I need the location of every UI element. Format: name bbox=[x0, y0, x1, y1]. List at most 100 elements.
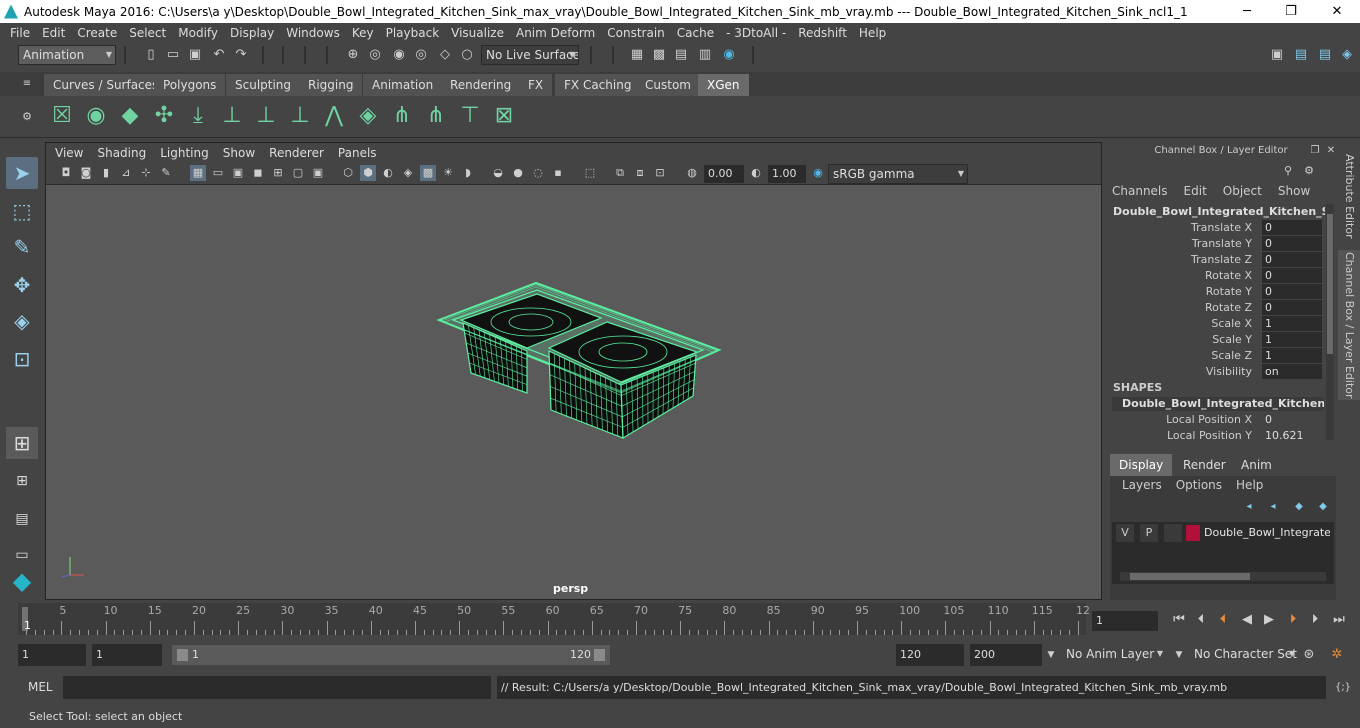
menu-anim-deform[interactable]: Anim Deform bbox=[510, 26, 601, 40]
step-back-frame-icon[interactable]: ⏴ bbox=[1192, 611, 1210, 629]
anim-layer-dropdown[interactable]: No Anim Layer bbox=[1062, 644, 1166, 666]
isolate-select-icon[interactable]: ⬚ bbox=[582, 165, 598, 181]
gate-mask-icon[interactable]: ◼ bbox=[250, 165, 266, 181]
use-all-lights-icon[interactable]: ☀ bbox=[440, 165, 456, 181]
menu-windows[interactable]: Windows bbox=[280, 26, 346, 40]
shelf-tab-xgen[interactable]: XGen bbox=[698, 74, 749, 96]
snap-grid-icon[interactable]: ⊕ bbox=[344, 46, 362, 64]
range-start-handle[interactable] bbox=[177, 649, 188, 661]
current-frame-field[interactable]: 1 bbox=[1092, 611, 1158, 631]
move-tool-icon[interactable]: ✥ bbox=[6, 269, 38, 301]
viewport-menu-show[interactable]: Show bbox=[216, 146, 262, 160]
camera-attributes-icon[interactable]: ◙ bbox=[78, 165, 94, 181]
view-transform-dropdown[interactable]: sRGB gamma bbox=[828, 164, 968, 184]
new-layer-icon[interactable]: ◆ bbox=[1290, 498, 1308, 516]
viewport-menu-view[interactable]: View bbox=[48, 146, 90, 160]
smooth-shade-icon[interactable]: ⬢ bbox=[360, 165, 376, 181]
shelf-tab-rendering[interactable]: Rendering bbox=[441, 74, 521, 96]
move-layer-up-icon[interactable]: ◂ bbox=[1240, 498, 1258, 516]
menu-modify[interactable]: Modify bbox=[172, 26, 224, 40]
xgen-guide-lock-icon[interactable]: ⊥ bbox=[286, 102, 314, 130]
minimize-button[interactable]: ─ bbox=[1224, 0, 1270, 23]
menu-constrain[interactable]: Constrain bbox=[601, 26, 671, 40]
channels-menu[interactable]: Channels bbox=[1112, 184, 1168, 200]
move-layer-down-icon[interactable]: ◂ bbox=[1264, 498, 1282, 516]
lasso-tool-icon[interactable]: ⬚ bbox=[6, 195, 38, 227]
attribute-row[interactable]: Scale Z1 bbox=[1104, 348, 1324, 364]
render-current-frame-icon[interactable]: ▩ bbox=[650, 46, 668, 64]
menu-key[interactable]: Key bbox=[346, 26, 380, 40]
play-backwards-icon[interactable]: ◀ bbox=[1238, 611, 1256, 629]
channel-box-scrollbar[interactable] bbox=[1326, 204, 1334, 440]
layer-tab-anim[interactable]: Anim bbox=[1232, 454, 1281, 476]
open-scene-icon[interactable]: ▭ bbox=[164, 46, 182, 64]
layer-help-menu[interactable]: Help bbox=[1236, 478, 1263, 492]
menu-cache[interactable]: Cache bbox=[671, 26, 720, 40]
attribute-row[interactable]: Local Position Y 10.621 bbox=[1104, 428, 1324, 444]
render-view-icon[interactable]: ▥ bbox=[696, 46, 714, 64]
mel-label[interactable]: MEL bbox=[28, 680, 53, 694]
auto-key-icon[interactable]: ⊛ bbox=[1300, 646, 1318, 664]
playback-start-field[interactable]: 1 bbox=[92, 644, 162, 666]
snap-surface-icon[interactable]: ◇ bbox=[436, 46, 454, 64]
live-surface-field[interactable]: No Live Surface bbox=[481, 45, 579, 65]
xgen-place-guides-icon[interactable]: ⤓ bbox=[184, 102, 212, 130]
menu-create[interactable]: Create bbox=[71, 26, 123, 40]
menu-file[interactable]: File bbox=[4, 26, 36, 40]
attribute-editor-tab[interactable]: Attribute Editor bbox=[1338, 150, 1360, 242]
menu-edit[interactable]: Edit bbox=[36, 26, 71, 40]
step-forward-frame-icon[interactable]: ⏵ bbox=[1306, 611, 1324, 629]
workspace-icon[interactable]: ▣ bbox=[1268, 46, 1286, 64]
attribute-row[interactable]: Translate Y0 bbox=[1104, 236, 1324, 252]
maximize-button[interactable]: ❐ bbox=[1268, 0, 1314, 23]
exposure-icon[interactable]: ◍ bbox=[684, 165, 700, 181]
object-menu[interactable]: Object bbox=[1223, 184, 1262, 200]
shelf-tab-custom[interactable]: Custom bbox=[636, 74, 700, 96]
snap-curve-icon[interactable]: ◎ bbox=[366, 46, 384, 64]
xgen-groom-icon[interactable]: ⋔ bbox=[388, 102, 416, 130]
use-default-material-icon[interactable]: ◐ bbox=[380, 165, 396, 181]
layer-visibility-toggle[interactable]: V bbox=[1116, 524, 1134, 542]
shape-name[interactable]: Double_Bowl_Integrated_Kitchen_Si... bbox=[1112, 397, 1324, 411]
playback-end-field[interactable]: 120 bbox=[896, 644, 964, 666]
attribute-row[interactable]: Translate X0 bbox=[1104, 220, 1324, 236]
menu-visualize[interactable]: Visualize bbox=[445, 26, 510, 40]
go-to-start-icon[interactable]: ⏮ bbox=[1170, 611, 1188, 629]
gamma-icon[interactable]: ◐ bbox=[748, 165, 764, 181]
shelf-options-gear-icon[interactable]: ⚙ bbox=[18, 108, 36, 126]
outliner-layout-icon[interactable]: ▤ bbox=[6, 503, 38, 535]
xgen-flatten-icon[interactable]: ⊤ bbox=[456, 102, 484, 130]
layer-display-type-toggle[interactable] bbox=[1164, 524, 1182, 542]
attribute-row[interactable]: Translate Z0 bbox=[1104, 252, 1324, 268]
snap-live-icon[interactable]: ○ bbox=[458, 46, 476, 64]
shelf-tab-sculpting[interactable]: Sculpting bbox=[226, 74, 301, 96]
toggle-attribute-editor-icon[interactable]: ▤ bbox=[1316, 46, 1334, 64]
xgen-grass-icon[interactable]: ⋀ bbox=[320, 102, 348, 130]
layer-color-swatch[interactable] bbox=[1186, 525, 1200, 541]
four-view-layout-icon[interactable]: ⊞ bbox=[6, 465, 38, 497]
attribute-row[interactable]: Scale X1 bbox=[1104, 316, 1324, 332]
attribute-row[interactable]: Rotate X0 bbox=[1104, 268, 1324, 284]
attribute-row[interactable]: Local Position X0 bbox=[1104, 412, 1324, 428]
undo-icon[interactable]: ↶ bbox=[210, 46, 228, 64]
redo-icon[interactable]: ↷ bbox=[232, 46, 250, 64]
exposure-field[interactable]: 0.00 bbox=[704, 165, 744, 183]
xgen-guide-add-icon[interactable]: ⊥ bbox=[218, 102, 246, 130]
hypershade-icon[interactable]: ◉ bbox=[720, 46, 738, 64]
layers-menu[interactable]: Layers bbox=[1122, 478, 1162, 492]
menu-3dtoall[interactable]: - 3DtoAll - bbox=[720, 26, 792, 40]
command-input[interactable] bbox=[63, 676, 491, 699]
layer-tab-render[interactable]: Render bbox=[1174, 454, 1235, 476]
new-layer-selected-icon[interactable]: ◆ bbox=[1314, 498, 1332, 516]
layer-horizontal-scrollbar[interactable] bbox=[1120, 572, 1326, 581]
layer-tab-display[interactable]: Display bbox=[1110, 454, 1173, 476]
viewport-menu-renderer[interactable]: Renderer bbox=[262, 146, 331, 160]
xgen-sculpt-icon[interactable]: ⋔ bbox=[422, 102, 450, 130]
xray-joints-icon[interactable]: ⧉ bbox=[612, 165, 628, 181]
attribute-row[interactable]: Rotate Z0 bbox=[1104, 300, 1324, 316]
xgen-guide-select-icon[interactable]: ⊥ bbox=[252, 102, 280, 130]
single-perspective-layout-icon[interactable]: ⊞ bbox=[6, 427, 38, 459]
step-back-key-icon[interactable]: ⏴ bbox=[1214, 611, 1232, 629]
menu-playback[interactable]: Playback bbox=[380, 26, 446, 40]
anim-layer-dropdown-icon[interactable]: ▼ bbox=[1042, 646, 1060, 664]
